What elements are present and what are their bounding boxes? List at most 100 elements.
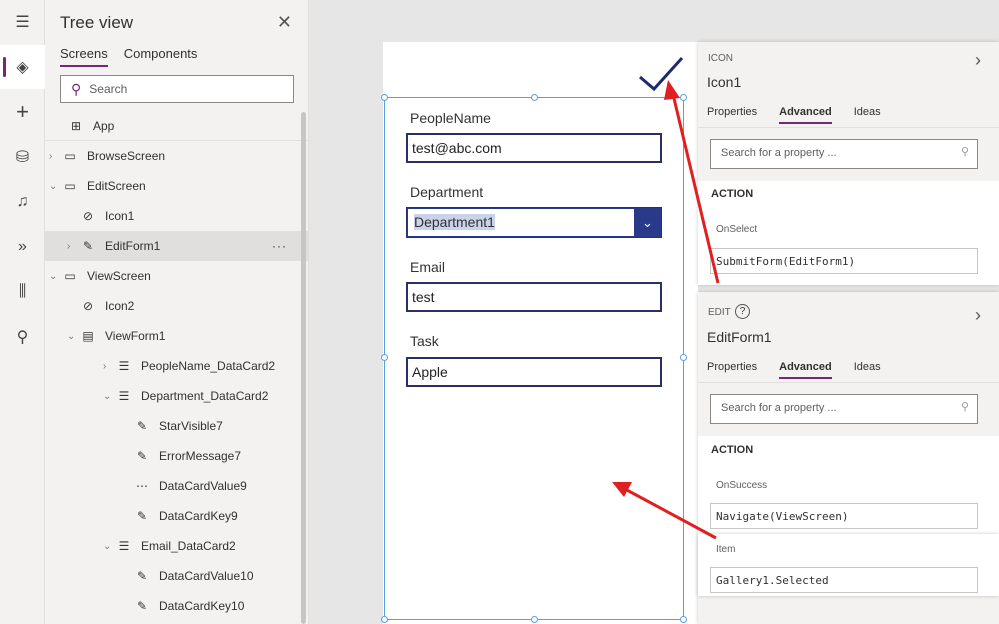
property-label: OnSuccess [716, 480, 768, 491]
department-dropdown[interactable]: Department1 ⌄ [406, 207, 662, 238]
power-automate-icon[interactable]: » [0, 225, 45, 269]
chevron-down-icon[interactable]: ⌄ [634, 208, 661, 237]
resize-handle[interactable] [531, 616, 538, 623]
tools-icon[interactable]: ⫼ [0, 270, 45, 314]
chevron-down-icon[interactable]: ⌄ [67, 331, 79, 342]
item-formula[interactable]: Gallery1.Selected [710, 567, 978, 593]
tree-item[interactable]: ⌄ ☰ Email_DataCard2 [45, 531, 309, 561]
tree-item-label: ViewScreen [87, 269, 151, 283]
tree-item[interactable]: ⋯ DataCardValue9 [45, 471, 309, 501]
chevron-right-icon[interactable]: › [67, 241, 79, 252]
chevron-down-icon[interactable]: ⌄ [49, 271, 61, 282]
chevron-down-icon[interactable]: ⌄ [49, 181, 61, 192]
resize-handle[interactable] [381, 354, 388, 361]
tab-advanced[interactable]: Advanced [779, 361, 832, 379]
tab-properties[interactable]: Properties [707, 361, 757, 379]
tab-properties[interactable]: Properties [707, 106, 757, 124]
tree-item-label: DataCardKey9 [159, 509, 238, 523]
onselect-formula[interactable]: SubmitForm(EditForm1) [710, 248, 978, 274]
layers-icon[interactable]: ◈ [0, 45, 45, 89]
screen-icon: ▭ [64, 269, 76, 283]
more-options-icon[interactable]: ··· [272, 239, 287, 253]
media-icon[interactable]: ♫ [0, 180, 45, 224]
tab-ideas[interactable]: Ideas [854, 106, 881, 124]
tree-item-label: DataCardValue10 [159, 569, 254, 583]
tree-item[interactable]: ✎ ErrorMessage7 [45, 441, 309, 471]
tab-advanced[interactable]: Advanced [779, 106, 832, 124]
scrollbar[interactable] [301, 112, 306, 624]
datacard-icon: ☰ [118, 539, 130, 553]
close-icon[interactable]: ✕ [277, 12, 292, 33]
tab-ideas[interactable]: Ideas [854, 361, 881, 379]
app-icon: ⊞ [70, 118, 82, 133]
resize-handle[interactable] [381, 94, 388, 101]
tab-components[interactable]: Components [124, 46, 198, 67]
tree-item[interactable]: ⌄ ▭ EditScreen [45, 171, 309, 201]
tree-item[interactable]: ⊘ Icon1 [45, 201, 309, 231]
tree-item-label: EditForm1 [105, 239, 161, 253]
control-type: ICON [708, 53, 733, 64]
property-search-input[interactable]: Search for a property ... ⚲ [710, 394, 978, 424]
tree-item[interactable]: ⊘ Icon2 [45, 291, 309, 321]
tree-item-label: EditScreen [87, 179, 146, 193]
tree-item-label: Department_DataCard2 [141, 389, 269, 403]
tree-item[interactable]: › ☰ PeopleName_DataCard2 [45, 351, 309, 381]
label-icon: ✎ [136, 509, 148, 523]
tree-item[interactable]: ✎ DataCardKey9 [45, 501, 309, 531]
tree-item-label: App [93, 118, 115, 133]
tree-item-label: StarVisible7 [159, 419, 223, 433]
label-icon: ✎ [136, 449, 148, 463]
resize-handle[interactable] [680, 354, 687, 361]
left-rail: ☰ ◈ + ⛁ ♫ » ⫼ ⚲ [0, 0, 45, 624]
tab-screens[interactable]: Screens [60, 46, 108, 67]
email-input[interactable]: test [406, 282, 662, 312]
tree-item[interactable]: ⌄ ▭ ViewScreen [45, 261, 309, 291]
checkmark-icon[interactable] [638, 55, 684, 95]
plus-icon[interactable]: + [0, 90, 45, 134]
tree-item[interactable]: ✎ DataCardValue10 [45, 561, 309, 591]
tree-item[interactable]: ⊞ App [45, 111, 309, 141]
hamburger-icon[interactable]: ☰ [0, 0, 45, 44]
chevron-right-icon[interactable]: › [975, 305, 981, 326]
tree-item-label: PeopleName_DataCard2 [141, 359, 276, 373]
property-label: Item [716, 544, 736, 555]
tree-item-label: BrowseScreen [87, 149, 166, 163]
resize-handle[interactable] [381, 616, 388, 623]
chevron-down-icon[interactable]: ⌄ [103, 391, 115, 402]
tree-item[interactable]: ⌄ ▤ ViewForm1 [45, 321, 309, 351]
resize-handle[interactable] [680, 616, 687, 623]
label-icon: ✎ [136, 419, 148, 433]
property-label: OnSelect [716, 224, 758, 235]
chevron-right-icon[interactable]: › [975, 50, 981, 71]
resize-handle[interactable] [531, 94, 538, 101]
icon-control-icon: ⊘ [82, 209, 94, 223]
tree-item[interactable]: ✎ DataCardKey10 [45, 591, 309, 621]
database-icon[interactable]: ⛁ [0, 135, 45, 179]
tree-item[interactable]: ⌄ ☰ Department_DataCard2 [45, 381, 309, 411]
tree-item[interactable]: › ▭ BrowseScreen [45, 141, 309, 171]
property-search-input[interactable]: Search for a property ... ⚲ [710, 139, 978, 169]
onsuccess-formula[interactable]: Navigate(ViewScreen) [710, 503, 978, 529]
icon-control-icon: ⊘ [82, 299, 94, 313]
chevron-right-icon[interactable]: › [103, 361, 115, 372]
field-label-email: Email [410, 259, 446, 275]
tree-item-label: DataCardKey10 [159, 599, 245, 613]
tree-item[interactable]: › ✎ EditForm1 ··· [45, 231, 309, 261]
field-label-department: Department [410, 184, 484, 200]
peoplename-input[interactable]: test@abc.com [406, 133, 662, 163]
control-name: EditForm1 [707, 329, 772, 345]
tree-item[interactable]: ✎ StarVisible7 [45, 411, 309, 441]
view-form-icon: ▤ [82, 329, 94, 343]
task-input[interactable]: Apple [406, 357, 662, 387]
chevron-down-icon[interactable]: ⌄ [103, 541, 115, 552]
tree-search-input[interactable]: ⚲ Search [60, 75, 294, 103]
chevron-right-icon[interactable]: › [49, 151, 61, 162]
label-icon: ✎ [136, 599, 148, 613]
help-icon[interactable]: ? [735, 304, 750, 319]
search-icon[interactable]: ⚲ [0, 315, 45, 359]
tree-item-label: Icon2 [105, 299, 135, 313]
screen-icon: ▭ [64, 149, 76, 163]
label-icon: ✎ [136, 569, 148, 583]
control-type: EDIT [708, 307, 731, 318]
resize-handle[interactable] [680, 94, 687, 101]
